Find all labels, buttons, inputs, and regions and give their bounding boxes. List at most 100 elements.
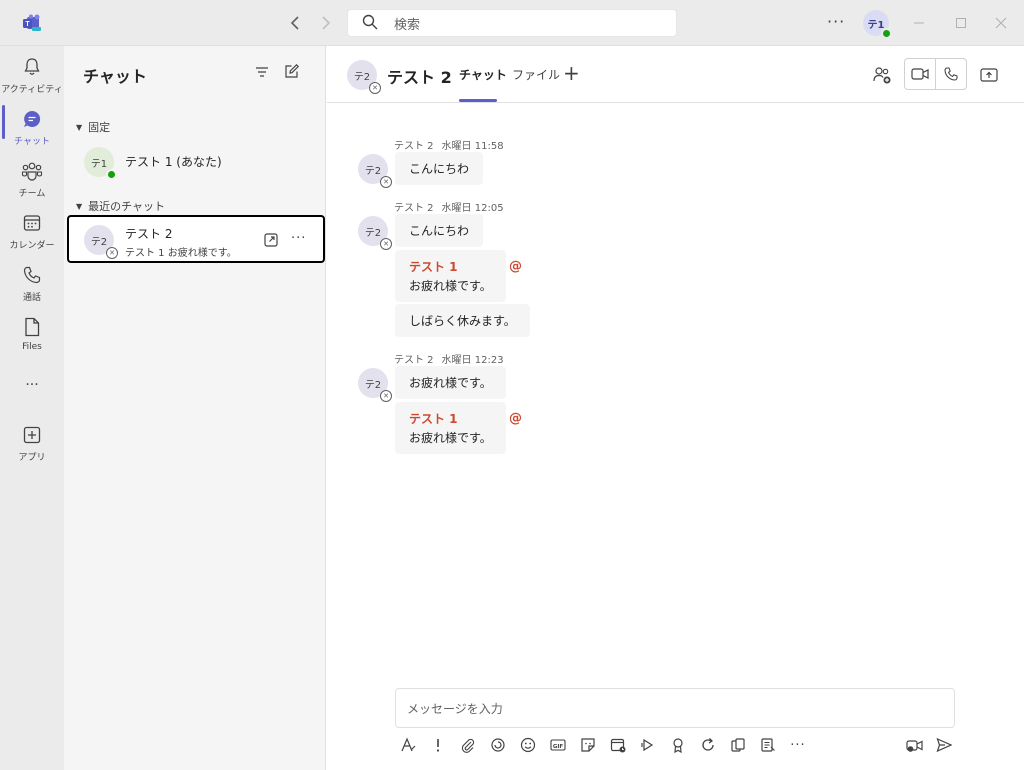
important-icon[interactable] — [429, 736, 447, 754]
rail-item-calendar[interactable]: カレンダー — [0, 206, 64, 256]
more-icon: ··· — [25, 377, 39, 393]
more-actions-icon[interactable]: ··· — [789, 736, 807, 754]
teams-icon — [21, 160, 43, 182]
message-bubble[interactable]: しばらく休みます。 — [395, 304, 530, 337]
rail-item-chat[interactable]: チャット — [0, 102, 64, 152]
chat-item-self[interactable]: テ1 テスト 1 (あなた) — [67, 139, 325, 187]
message-sender: テスト 2 — [394, 141, 434, 152]
chat-title: テスト 2 — [387, 68, 452, 87]
message-bubble[interactable]: こんにちわ — [395, 214, 484, 247]
rail-item-label: チーム — [18, 189, 46, 199]
user-avatar[interactable]: テ1 — [863, 10, 892, 39]
tab-chat[interactable]: チャット — [459, 66, 507, 83]
message-bubble-mention[interactable]: テスト 1 お疲れ様です。 — [395, 250, 506, 302]
mention-name[interactable]: テスト 1 — [409, 258, 492, 275]
sticker-icon[interactable] — [579, 736, 597, 754]
add-people-icon[interactable] — [872, 65, 892, 85]
caret-down-icon: ▼ — [76, 122, 83, 132]
praise-icon[interactable] — [669, 736, 687, 754]
chat-name: テスト 2 — [125, 227, 173, 241]
send-icon[interactable] — [935, 736, 953, 754]
close-icon[interactable] — [990, 12, 1012, 34]
rail-item-teams[interactable]: チーム — [0, 154, 64, 204]
video-call-icon[interactable] — [905, 59, 935, 89]
presence-offline-icon: ✕ — [106, 247, 118, 259]
more-options-icon[interactable]: ··· — [827, 12, 845, 31]
loop-icon[interactable] — [489, 736, 507, 754]
video-clip-icon[interactable] — [905, 736, 925, 754]
rail-item-label: チャット — [14, 137, 50, 147]
add-tab-icon[interactable]: + — [563, 61, 580, 85]
rail-item-activity[interactable]: アクティビティ — [0, 50, 64, 100]
minimize-icon[interactable] — [908, 12, 930, 34]
teams-logo: T — [22, 14, 42, 32]
pinned-header-label: 固定 — [88, 121, 111, 134]
avatar-initials: テ2 — [353, 71, 371, 83]
chat-more-icon[interactable]: ··· — [291, 231, 306, 246]
chat-name: テスト 1 (あなた) — [125, 155, 222, 169]
emoji-icon[interactable] — [519, 736, 537, 754]
format-icon[interactable] — [399, 736, 417, 754]
avatar-initials: テ2 — [364, 165, 382, 177]
add-app-icon — [21, 424, 43, 446]
message-time: 12:23 — [474, 355, 504, 366]
rail-item-apps[interactable]: アプリ — [0, 418, 64, 468]
avatar-initials: テ2 — [364, 227, 382, 239]
message-day: 水曜日 — [441, 203, 472, 214]
message-text: お疲れ様です。 — [409, 431, 492, 445]
stream-icon[interactable] — [639, 736, 657, 754]
message-bubble[interactable]: お疲れ様です。 — [395, 366, 506, 399]
share-screen-icon[interactable] — [979, 65, 999, 85]
rail-item-label: Files — [22, 342, 42, 352]
forms-icon[interactable] — [759, 736, 777, 754]
message-meta: テスト 2 水曜日 11:58 — [394, 137, 504, 152]
presence-available-icon — [881, 28, 892, 39]
presence-offline-icon: ✕ — [380, 176, 392, 188]
call-buttons — [904, 58, 967, 90]
chat-header: テ2 ✕ テスト 2 チャット ファイル + — [327, 46, 1024, 103]
message-meta: テスト 2 水曜日 12:05 — [394, 199, 504, 214]
message-day: 水曜日 — [441, 355, 472, 366]
avatar-initials: テ2 — [364, 379, 382, 391]
attach-icon[interactable] — [459, 736, 477, 754]
audio-call-icon[interactable] — [935, 59, 966, 89]
calendar-icon — [21, 212, 43, 234]
rail-item-label: カレンダー — [9, 241, 55, 251]
message-time: 12:05 — [474, 203, 504, 214]
pop-out-icon[interactable] — [263, 232, 279, 248]
mention-name[interactable]: テスト 1 — [409, 410, 492, 427]
message-avatar[interactable]: テ2 ✕ — [358, 368, 392, 402]
message-bubble-mention[interactable]: テスト 1 お疲れ様です。 — [395, 402, 506, 454]
chat-item-test2[interactable]: テ2 ✕ テスト 2 テスト 1 お疲れ様です。 ··· — [67, 215, 325, 263]
message-text: お疲れ様です。 — [409, 376, 492, 390]
chat-preview: テスト 1 お疲れ様です。 — [125, 248, 237, 259]
message-input-placeholder: メッセージを入力 — [407, 701, 503, 716]
message-avatar[interactable]: テ2 ✕ — [358, 216, 392, 250]
message-meta: テスト 2 水曜日 12:23 — [394, 351, 504, 366]
forward-arrow-icon[interactable] — [316, 13, 336, 33]
schedule-meeting-icon[interactable] — [609, 736, 627, 754]
message-avatar[interactable]: テ2 ✕ — [358, 154, 392, 188]
tab-files[interactable]: ファイル — [512, 66, 560, 83]
presence-offline-icon: ✕ — [380, 238, 392, 250]
maximize-icon[interactable] — [950, 12, 972, 34]
rail-item-files[interactable]: Files — [0, 310, 64, 360]
recent-section-header[interactable]: ▼ 最近のチャット — [76, 198, 165, 214]
recent-header-label: 最近のチャット — [88, 200, 166, 213]
message-input[interactable]: メッセージを入力 — [395, 688, 955, 728]
rail-item-label: アクティビティ — [1, 85, 63, 95]
presence-offline-icon: ✕ — [369, 82, 381, 94]
search-input[interactable]: 検索 — [347, 9, 677, 37]
loop-component-icon[interactable] — [699, 736, 717, 754]
new-chat-icon[interactable] — [284, 63, 302, 81]
rail-item-calls[interactable]: 通話 — [0, 258, 64, 308]
rail-item-more[interactable]: ··· — [0, 371, 64, 421]
filter-icon[interactable] — [254, 64, 272, 82]
pinned-section-header[interactable]: ▼ 固定 — [76, 119, 110, 135]
message-bubble[interactable]: こんにちわ — [395, 152, 484, 185]
presence-available-icon — [106, 169, 117, 180]
phone-icon — [21, 264, 43, 286]
approvals-icon[interactable] — [729, 736, 747, 754]
gif-icon[interactable]: GIF — [549, 736, 567, 754]
back-arrow-icon[interactable] — [285, 13, 305, 33]
